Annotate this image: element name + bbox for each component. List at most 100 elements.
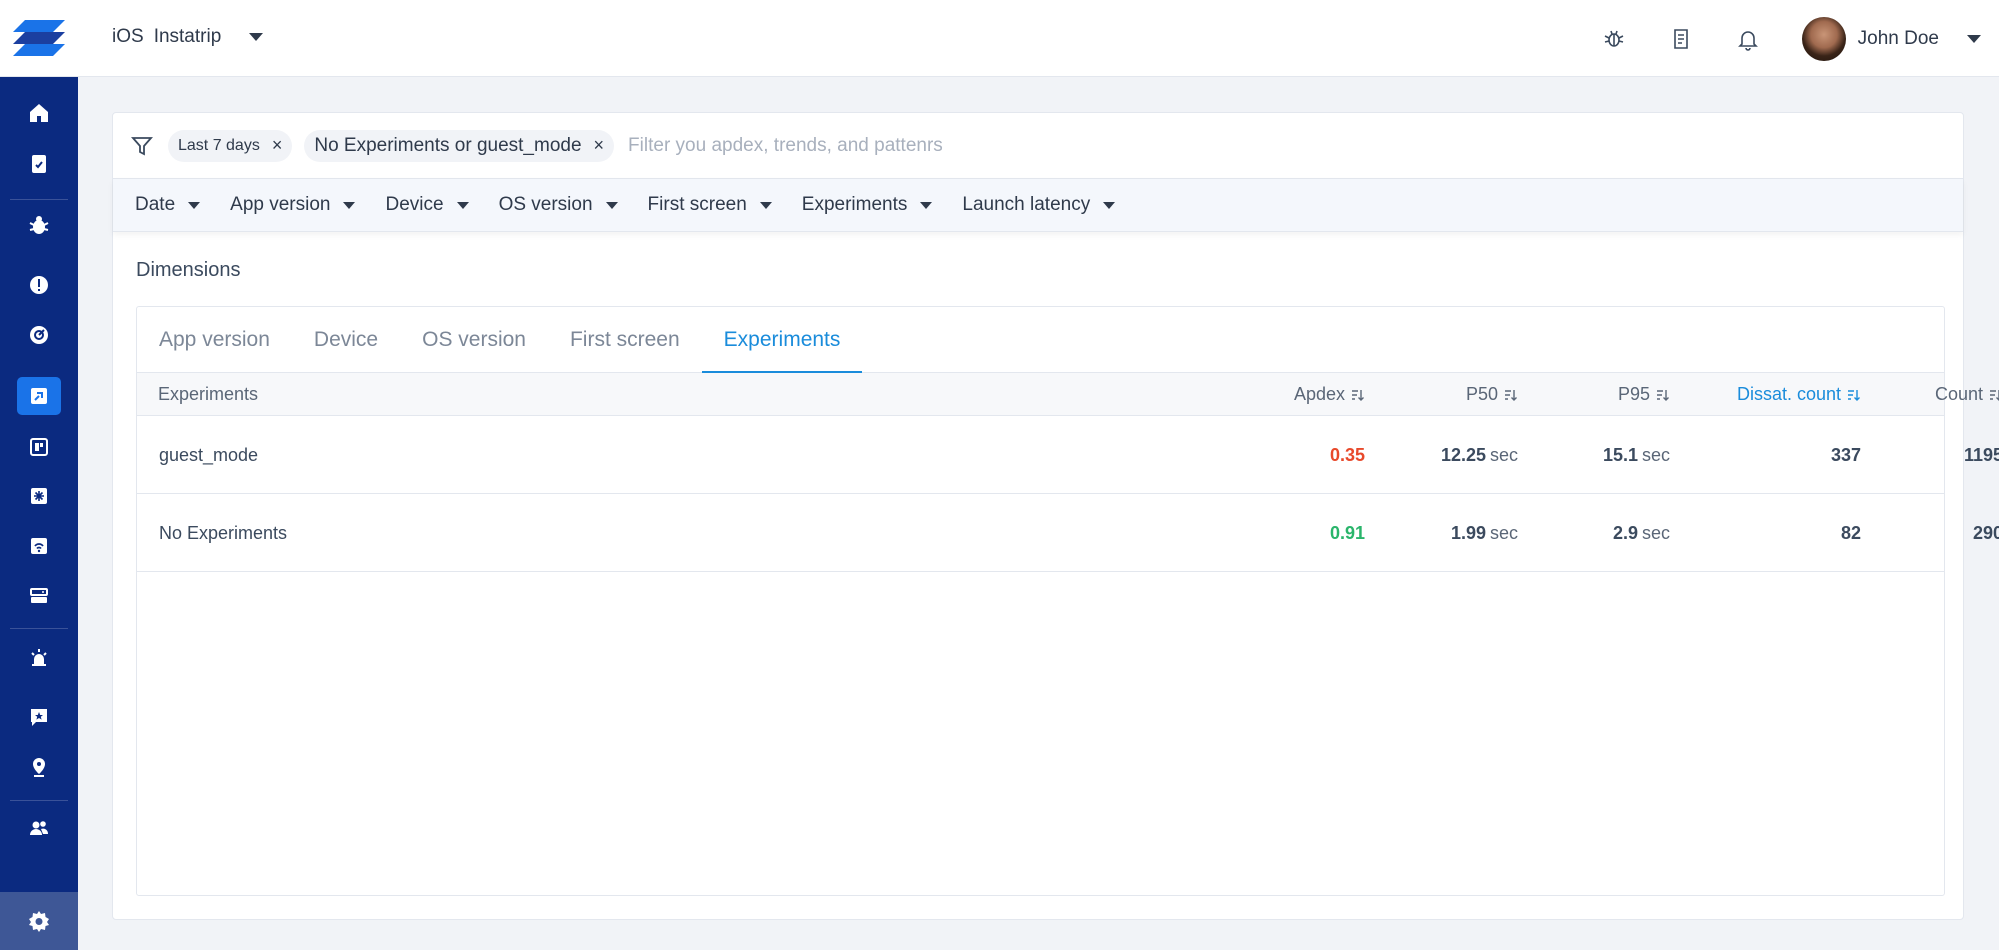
row-name: No Experiments (159, 522, 288, 543)
column-header-dissat-count[interactable]: Dissat. count (1670, 373, 1861, 416)
row-dissat-count: 337 (1830, 444, 1861, 465)
row-p50: 12.25 sec (1440, 444, 1518, 465)
sidebar-item-screens[interactable] (17, 428, 61, 466)
row-apdex: 0.35 (1329, 444, 1365, 465)
dropdown-launch-latency[interactable]: Launch latency (962, 194, 1116, 216)
sidebar-item-alerts[interactable] (17, 639, 61, 677)
filter-chip-experiments[interactable]: No Experiments or guest_mode × (304, 129, 615, 162)
row-count: 1195 (1963, 444, 1999, 465)
app-name: Instatrip (153, 26, 222, 47)
dropdown-label: First screen (647, 194, 747, 215)
bell-icon (1737, 30, 1758, 51)
dropdown-date[interactable]: Date (135, 194, 201, 216)
row-p50: 1.99 sec (1450, 522, 1518, 543)
snowflake-icon (31, 488, 47, 504)
column-header-count[interactable]: Count (1861, 373, 1999, 416)
notifications-button[interactable] (1735, 26, 1761, 52)
filter-icon (131, 136, 153, 155)
sort-icon (1848, 389, 1860, 401)
dimensions-panel: App version Device OS version First scre… (136, 306, 1999, 896)
alarm-icon (31, 649, 47, 666)
sidebar-item-users[interactable] (17, 809, 61, 847)
table-row[interactable]: No Experiments 0.91 1.99 sec 2.9 sec 82 29… (137, 494, 1999, 572)
row-count: 290 (1972, 522, 1999, 543)
tab-experiments[interactable]: Experiments (701, 307, 863, 374)
user-menu[interactable]: John Doe (1801, 16, 1981, 61)
notes-icon (1673, 28, 1688, 49)
column-header-apdex[interactable]: Apdex (1137, 373, 1365, 416)
sidebar-item-app-launch[interactable] (17, 377, 61, 415)
sidebar-item-ui-hangs[interactable] (17, 477, 61, 515)
chevron-down-icon (1103, 201, 1116, 209)
sort-icon (1657, 389, 1669, 401)
dimension-tabs: App version Device OS version First scre… (137, 307, 1944, 374)
row-dissat-count: 82 (1840, 522, 1861, 543)
dropdown-first-screen[interactable]: First screen (648, 194, 772, 216)
tab-app-version[interactable]: App version (137, 307, 292, 373)
chevron-down-icon (343, 201, 356, 209)
dropdown-device[interactable]: Device (385, 194, 469, 216)
table-row[interactable]: guest_mode 0.35 12.25 sec 15.1 sec 337 119… (137, 416, 1999, 494)
bug-icon (1604, 30, 1624, 47)
dropdown-label: App version (230, 194, 331, 215)
sidebar-item-devices[interactable] (17, 577, 61, 615)
dropdown-label: OS version (498, 194, 593, 215)
sidebar-item-crashes[interactable] (17, 266, 61, 304)
dropdown-experiments[interactable]: Experiments (802, 194, 933, 216)
star-feedback-icon (31, 709, 47, 726)
table-header: Experiments Apdex P50 P95 Dissat. count … (137, 373, 1999, 416)
build-icon (32, 155, 46, 173)
filter-search-input[interactable] (628, 134, 1229, 157)
sidebar-item-locations[interactable] (17, 748, 61, 786)
devices-icon (30, 588, 48, 603)
chevron-down-icon (188, 201, 201, 209)
column-header-p50[interactable]: P50 (1365, 373, 1518, 416)
filter-bar: Last 7 days × No Experiments or guest_mo… (113, 113, 1963, 179)
logo-icon (13, 20, 65, 56)
location-icon (33, 758, 45, 777)
chevron-down-icon (249, 33, 264, 41)
sort-icon (1505, 389, 1517, 401)
report-bug-button[interactable] (1601, 26, 1627, 52)
dropdown-label: Launch latency (962, 194, 1091, 215)
column-header-p95[interactable]: P95 (1518, 373, 1670, 416)
settings-icon (29, 911, 49, 932)
chevron-down-icon (759, 201, 772, 209)
sidebar-item-settings[interactable] (0, 892, 78, 950)
sidebar (0, 0, 78, 950)
sidebar-item-feedback[interactable] (17, 698, 61, 736)
sidebar-item-builds[interactable] (17, 145, 61, 183)
row-p95: 15.1 sec (1602, 444, 1670, 465)
dropdown-os-version[interactable]: OS version (499, 194, 618, 216)
release-notes-button[interactable] (1668, 26, 1694, 52)
sidebar-item-network[interactable] (17, 527, 61, 565)
avatar (1801, 16, 1846, 61)
sort-icon (1990, 389, 1999, 401)
dropdown-app-version[interactable]: App version (230, 194, 356, 216)
sidebar-item-home[interactable] (17, 94, 61, 132)
tab-device[interactable]: Device (292, 307, 400, 373)
filter-chip-date[interactable]: Last 7 days × (168, 129, 293, 162)
tab-os-version[interactable]: OS version (400, 307, 548, 373)
close-icon[interactable]: × (594, 135, 605, 156)
section-title: Dimensions (136, 259, 241, 281)
main-card: Last 7 days × No Experiments or guest_mo… (112, 112, 1999, 920)
chevron-down-icon (1967, 34, 1981, 43)
users-icon (30, 821, 49, 835)
dropdown-label: Device (385, 194, 444, 215)
chip-label: No Experiments or guest_mode (314, 134, 582, 156)
dropdown-label: Experiments (801, 194, 908, 215)
sidebar-item-bugs[interactable] (17, 206, 61, 244)
app-switcher[interactable]: iOS Instatrip (112, 26, 264, 48)
sidebar-item-dashboard[interactable] (17, 316, 61, 354)
column-header-experiments: Experiments (158, 384, 259, 404)
chevron-down-icon (605, 201, 618, 209)
tab-first-screen[interactable]: First screen (548, 307, 702, 373)
chevron-down-icon (456, 201, 469, 209)
logo[interactable] (0, 0, 78, 77)
close-icon[interactable]: × (272, 135, 283, 156)
row-apdex: 0.91 (1329, 522, 1365, 543)
top-bar: iOS Instatrip John Doe (78, 0, 1999, 77)
sort-icon (1352, 389, 1364, 401)
user-name: John Doe (1857, 27, 1939, 49)
